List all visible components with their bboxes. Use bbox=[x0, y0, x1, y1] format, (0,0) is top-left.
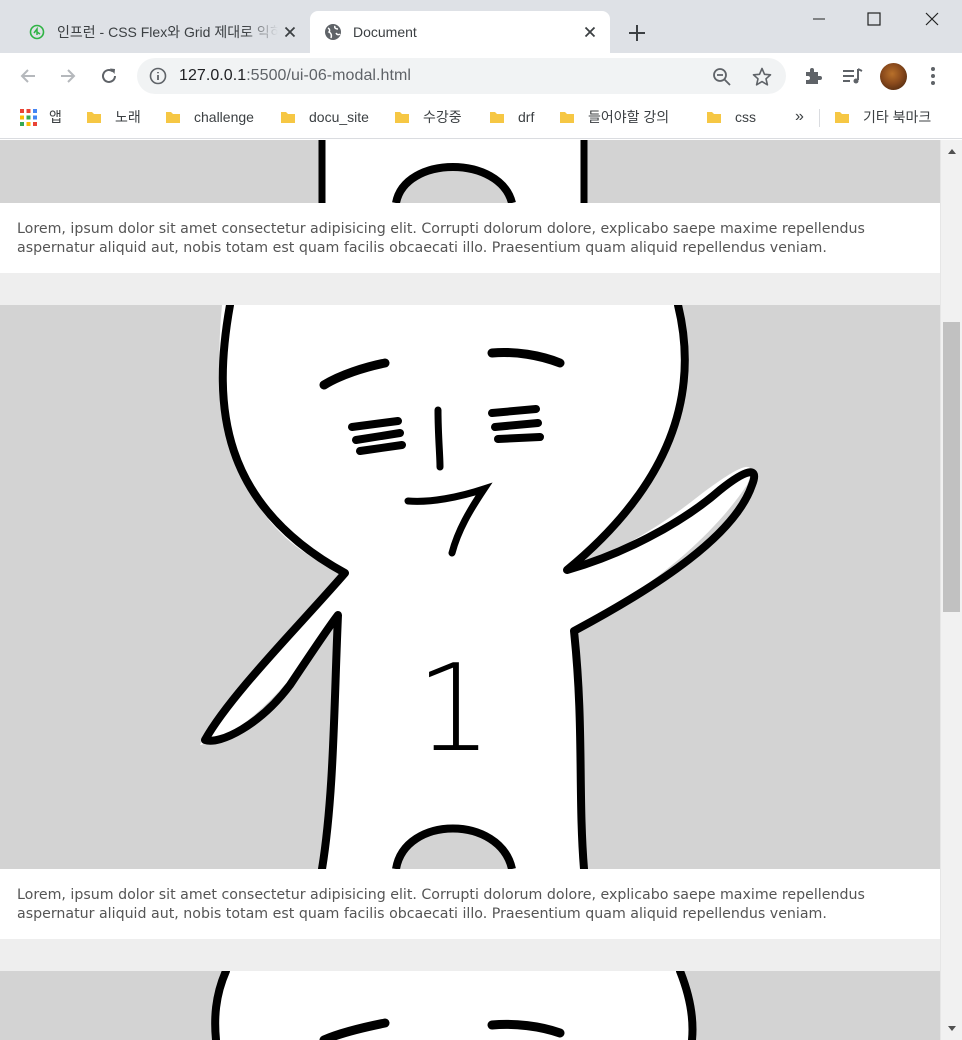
bookmark-folder[interactable]: css bbox=[706, 107, 756, 127]
bookmark-label: 기타 북마크 bbox=[863, 109, 932, 125]
apps-grid-icon bbox=[20, 108, 37, 126]
folder-icon bbox=[395, 112, 409, 123]
media-control-button[interactable] bbox=[839, 63, 865, 89]
scrollbar-thumb[interactable] bbox=[943, 322, 960, 612]
folder-icon bbox=[560, 112, 574, 123]
tab-inflearn[interactable]: 인프런 - CSS Flex와 Grid 제대로 익히기 bbox=[16, 11, 310, 53]
bookmark-label: docu_site bbox=[309, 109, 369, 125]
tab-title: Document bbox=[353, 24, 417, 40]
tab-title: 인프런 - CSS Flex와 Grid 제대로 익히기 bbox=[57, 24, 278, 40]
bookmarks-divider bbox=[819, 109, 820, 127]
folder-icon bbox=[166, 112, 180, 123]
folder-icon bbox=[707, 112, 721, 123]
bookmark-label: 노래 bbox=[115, 109, 141, 125]
browser-toolbar: 127.0.0.1:5500/ui-06-modal.html bbox=[0, 53, 962, 99]
bookmark-label: challenge bbox=[194, 109, 254, 125]
puzzle-icon bbox=[806, 68, 822, 84]
bookmark-folder[interactable]: 수강중 bbox=[394, 107, 462, 127]
triangle-down-icon bbox=[947, 1026, 956, 1031]
bookmark-folder[interactable]: drf bbox=[489, 107, 534, 127]
url-text: 127.0.0.1:5500/ui-06-modal.html bbox=[179, 58, 411, 94]
bookmark-star-icon[interactable] bbox=[751, 66, 773, 88]
bookmark-label: 수강중 bbox=[423, 109, 462, 125]
bookmark-label: 앱 bbox=[49, 109, 62, 125]
folder-icon bbox=[835, 112, 849, 123]
bookmark-apps[interactable]: 앱 bbox=[20, 107, 62, 127]
tab-strip: 인프런 - CSS Flex와 Grid 제대로 익히기 Document bbox=[0, 0, 962, 53]
profile-avatar[interactable] bbox=[880, 63, 907, 90]
doodle-figure-illustration bbox=[318, 140, 588, 203]
folder-icon bbox=[281, 112, 295, 123]
new-tab-button[interactable] bbox=[624, 20, 650, 46]
globe-icon bbox=[324, 23, 342, 41]
scroll-down-button[interactable] bbox=[941, 1020, 962, 1038]
address-bar[interactable]: 127.0.0.1:5500/ui-06-modal.html bbox=[137, 58, 786, 94]
card-description: Lorem, ipsum dolor sit amet consectetur … bbox=[0, 869, 940, 939]
scroll-up-button[interactable] bbox=[941, 142, 962, 160]
info-icon[interactable] bbox=[149, 67, 167, 85]
bookmarks-overflow-button[interactable]: » bbox=[795, 107, 804, 127]
menu-button[interactable] bbox=[920, 63, 946, 89]
close-tab-icon[interactable] bbox=[578, 20, 602, 44]
bookmark-folder[interactable]: docu_site bbox=[280, 107, 369, 127]
close-window-button[interactable] bbox=[917, 6, 947, 32]
forward-button[interactable] bbox=[55, 63, 81, 89]
url-path: :5500/ui-06-modal.html bbox=[246, 67, 411, 84]
folder-icon bbox=[87, 112, 101, 123]
reload-button[interactable] bbox=[96, 63, 122, 89]
page-viewport: Lorem, ipsum dolor sit amet consectetur … bbox=[0, 140, 940, 1040]
inflearn-icon bbox=[28, 23, 46, 41]
chevron-double-right-icon: » bbox=[795, 108, 804, 125]
folder-icon bbox=[490, 112, 504, 123]
arrow-left-icon bbox=[20, 69, 35, 83]
bookmark-label: drf bbox=[518, 109, 535, 125]
plus-icon bbox=[629, 25, 645, 41]
bookmark-folder[interactable]: 들어야할 강의 bbox=[559, 107, 669, 127]
extensions-button[interactable] bbox=[800, 63, 826, 89]
card-image[interactable] bbox=[0, 971, 940, 1040]
arrow-right-icon bbox=[61, 69, 76, 83]
shirt-number: 1 bbox=[416, 640, 492, 779]
zoom-out-icon[interactable] bbox=[711, 66, 733, 88]
doodle-figure-illustration: 1 bbox=[200, 305, 759, 869]
url-host: 127.0.0.1 bbox=[179, 67, 247, 84]
card-image[interactable]: 1 bbox=[0, 305, 940, 869]
card-description: Lorem, ipsum dolor sit amet consectetur … bbox=[0, 203, 940, 273]
playlist-icon bbox=[843, 68, 863, 84]
page-scrollbar[interactable] bbox=[940, 140, 962, 1040]
maximize-icon bbox=[867, 12, 881, 26]
minimize-icon bbox=[813, 18, 825, 20]
more-vertical-icon bbox=[931, 67, 935, 85]
bookmark-label: 들어야할 강의 bbox=[588, 109, 670, 125]
card-image[interactable] bbox=[0, 140, 940, 203]
reload-icon bbox=[102, 68, 116, 83]
close-icon bbox=[925, 12, 939, 26]
maximize-button[interactable] bbox=[859, 6, 889, 32]
bookmark-folder[interactable]: 노래 bbox=[86, 107, 141, 127]
bookmark-other-folder[interactable]: 기타 북마크 bbox=[834, 107, 931, 127]
triangle-up-icon bbox=[947, 149, 956, 154]
bookmarks-bar: 앱 노래 challenge docu_site 수강중 drf 들어야할 강의… bbox=[0, 99, 962, 139]
minimize-button[interactable] bbox=[804, 6, 834, 32]
bookmark-label: css bbox=[735, 109, 756, 125]
tab-document[interactable]: Document bbox=[310, 11, 610, 53]
bookmark-folder[interactable]: challenge bbox=[165, 107, 254, 127]
back-button[interactable] bbox=[15, 63, 41, 89]
doodle-figure-illustration bbox=[211, 971, 697, 1040]
close-tab-icon[interactable] bbox=[278, 20, 302, 44]
